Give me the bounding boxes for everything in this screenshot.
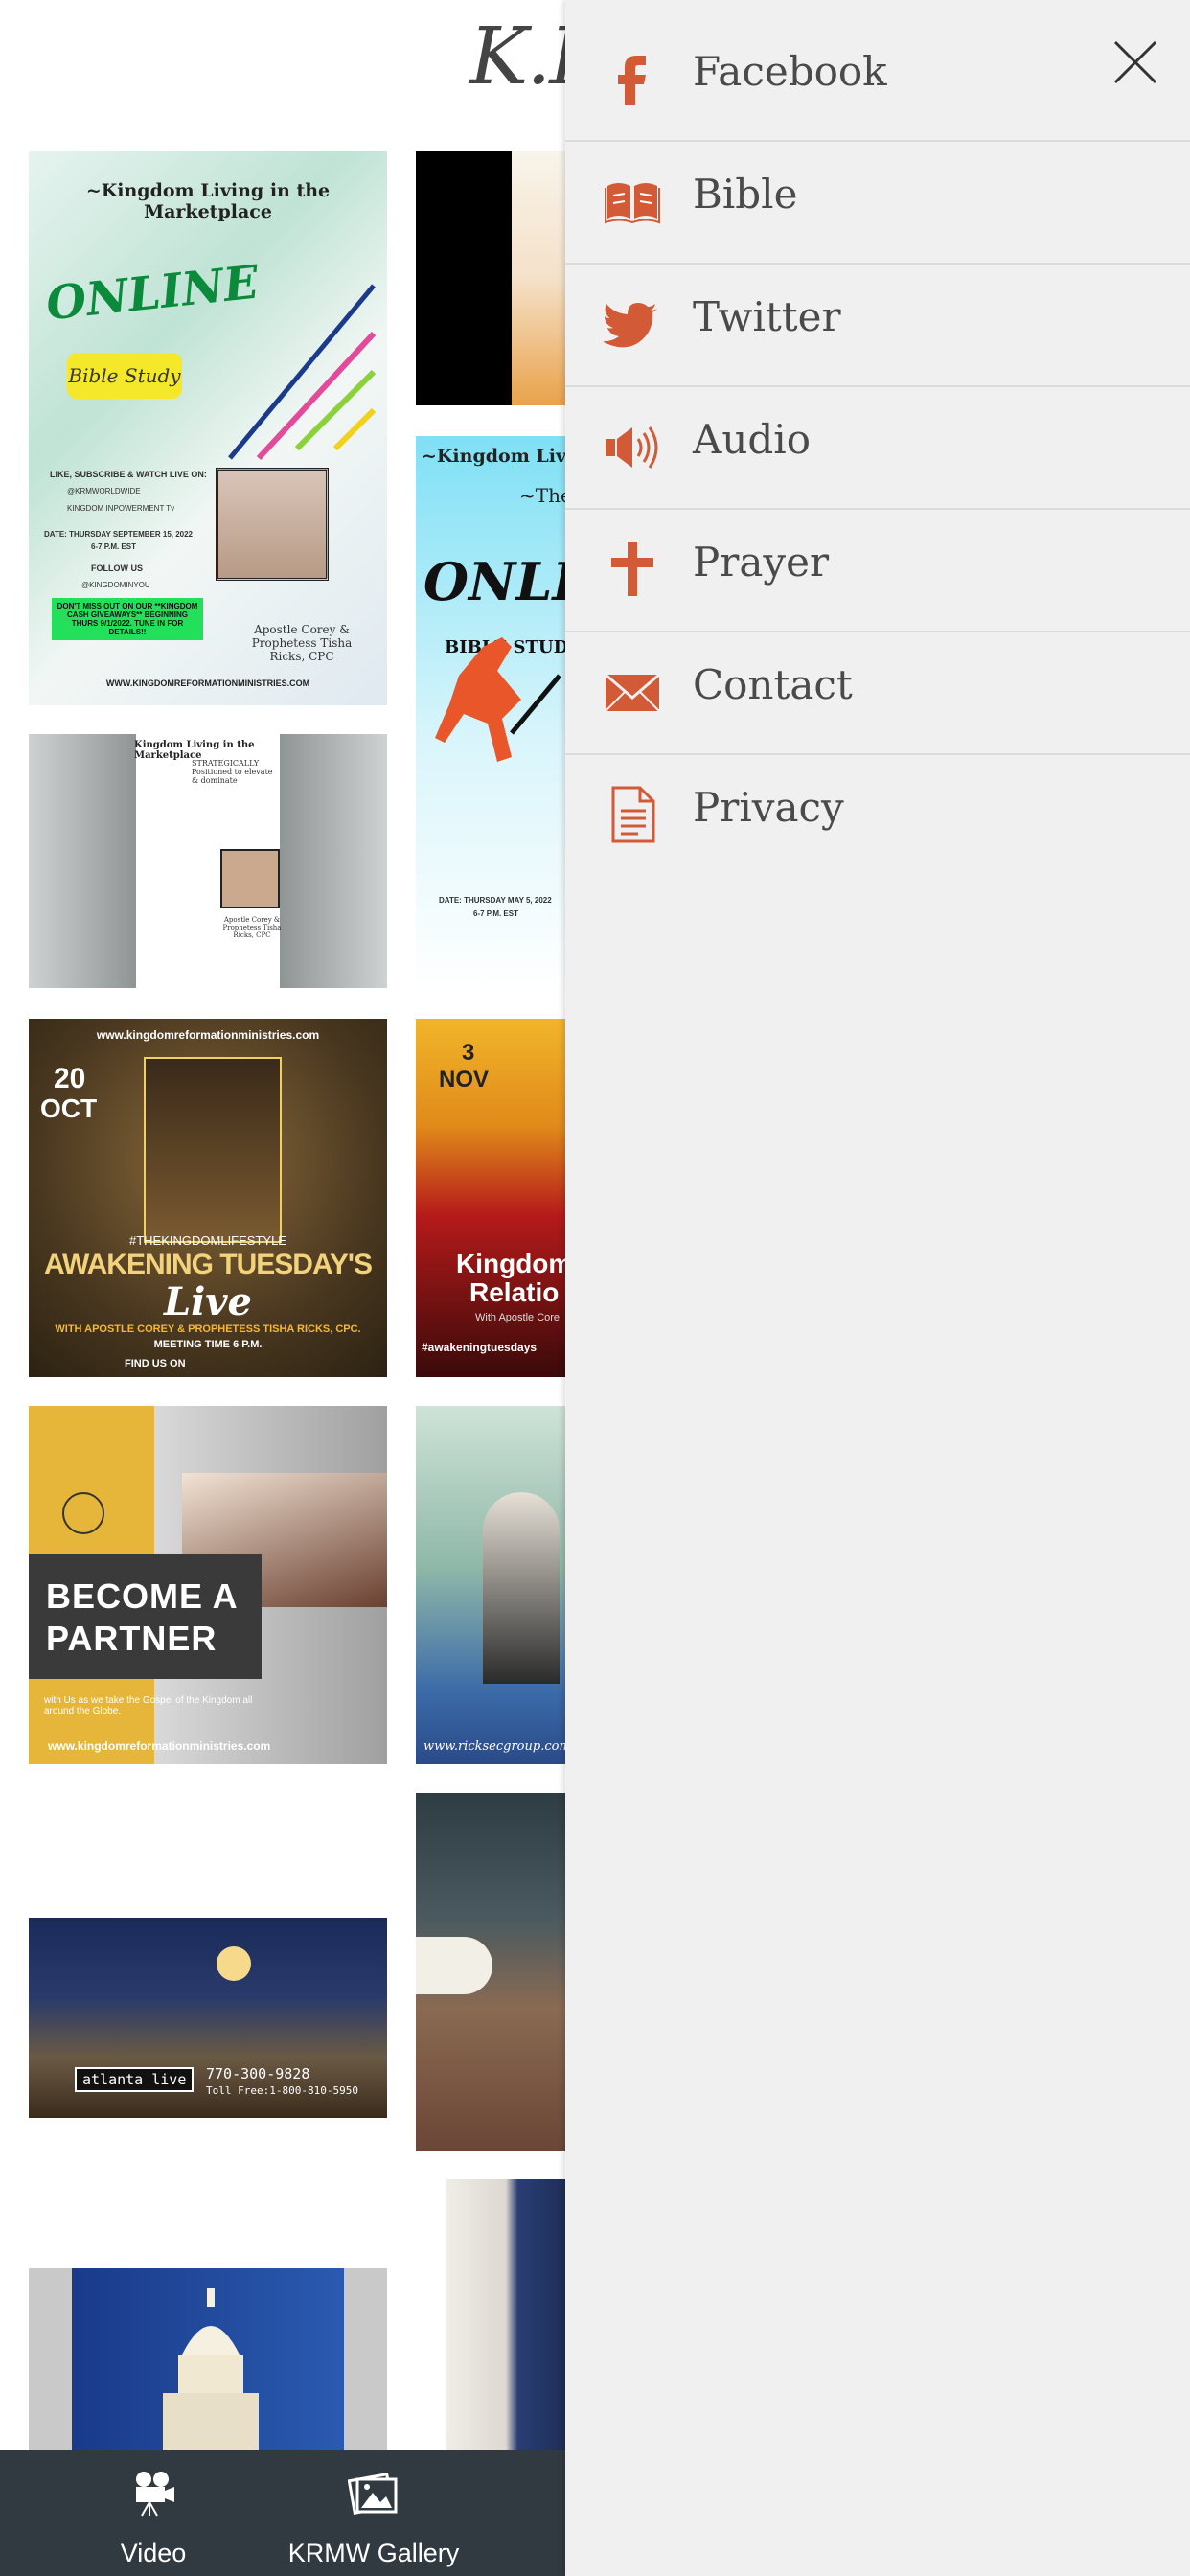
tile-day: 20 — [54, 1063, 86, 1094]
bottom-tab-bar: Video KRMW Gallery — [0, 2450, 565, 2576]
tile-headline-2: PARTNER — [46, 1619, 217, 1658]
tile-ig-handle: @KINGDOMINYOU — [81, 581, 150, 589]
gallery-tile-become-partner[interactable]: BECOME A PARTNER with Us as we take the … — [29, 1406, 387, 1764]
tile-names: Apostle Corey & Prophetess Tisha Ricks, … — [251, 623, 353, 663]
menu-item-bible[interactable]: Bible — [565, 140, 1190, 264]
gallery-tile-calling[interactable] — [416, 151, 565, 405]
piano-shape — [416, 1937, 492, 1994]
tile-day: 3 — [462, 1040, 475, 1066]
cross-icon — [611, 542, 653, 596]
menu-item-facebook[interactable]: Facebook — [565, 17, 1190, 142]
tile-subtitle: STRATEGICALLY Positioned to elevate & do… — [192, 759, 273, 785]
menu-item-contact[interactable]: Contact — [565, 631, 1190, 755]
tile-title: Kingdom Living in the Marketplace — [134, 740, 255, 761]
gallery-tile-bible-study-sept[interactable]: ~Kingdom Living in the Marketplace ONLIN… — [29, 151, 387, 705]
gallery-tile-awakening-tuesdays[interactable]: www.kingdomreformationministries.com 20 … — [29, 1019, 387, 1377]
tile-couple-photo — [144, 1057, 282, 1243]
capitol-dome-icon — [163, 2288, 259, 2453]
tile-url: www.ricksecgroup.com — [423, 1739, 565, 1754]
tile-url: www.kingdomreformationministries.com — [48, 1739, 271, 1753]
tile-online-text: ONLIN — [423, 551, 565, 612]
menu-item-label: Facebook — [693, 48, 887, 95]
tile-month: NOV — [439, 1067, 490, 1092]
speaker-icon — [606, 426, 658, 469]
tile-toll: Toll Free:1-800-810-5950 — [206, 2084, 358, 2097]
book-icon — [605, 183, 660, 224]
tile-time: 6-7 P.M. EST — [91, 542, 136, 551]
menu-item-audio[interactable]: Audio — [565, 385, 1190, 510]
tab-gallery-label: KRMW Gallery — [287, 2539, 460, 2567]
tab-video[interactable]: Video — [57, 2450, 249, 2576]
gallery-tile-piano-room[interactable] — [416, 1793, 565, 2151]
tile-phone: 770-300-9828 — [206, 2065, 310, 2082]
gallery-photos-icon — [348, 2472, 398, 2515]
tile-headline: AWAKENING TUESDAY'S — [43, 1249, 373, 1280]
side-drawer-menu: Facebook Bible Twitter Audio Prayer Cont… — [565, 0, 1190, 2576]
gallery-grid: ~Kingdom Living in the Marketplace ONLIN… — [0, 0, 594, 2453]
jumping-figure-icon — [435, 637, 561, 762]
gallery-tile-capitol[interactable] — [29, 2268, 387, 2453]
decorative-stripes — [228, 284, 377, 461]
menu-item-label: Prayer — [693, 539, 830, 586]
tile-follow: FOLLOW US — [91, 564, 143, 573]
tab-krmw-gallery[interactable]: KRMW Gallery — [268, 2450, 479, 2576]
tile-hashtag: #awakeningtuesdays — [422, 1341, 538, 1354]
tile-date: DATE: THURSDAY SEPTEMBER 15, 2022 — [44, 530, 194, 539]
gallery-tile-portrait[interactable] — [446, 2179, 565, 2453]
tile-date: DATE: THURSDAY MAY 5, 2022 — [439, 896, 552, 905]
tile-with: WITH APOSTLE COREY & PROPHETESS TISHA RI… — [55, 1323, 361, 1335]
menu-item-label: Bible — [693, 171, 798, 218]
tile-url: WWW.KINGDOMREFORMATIONMINISTRIES.COM — [105, 678, 310, 688]
tile-headline-1: Kingdom — [456, 1249, 565, 1278]
video-camera-icon — [136, 2472, 174, 2517]
tile-time: 6-7 P.M. EST — [473, 909, 518, 918]
menu-item-label: Privacy — [693, 784, 844, 831]
tile-headline-box — [29, 1554, 262, 1679]
tile-meeting: MEETING TIME 6 P.M. — [153, 1339, 263, 1350]
menu-item-label: Contact — [693, 661, 853, 708]
menu-item-prayer[interactable]: Prayer — [565, 508, 1190, 632]
tile-logo-icon — [62, 1492, 104, 1534]
menu-item-label: Audio — [693, 416, 811, 463]
gallery-tile-bible-study-may[interactable]: ~Kingdom Living ~The ONLIN BIBLE STUDY D… — [416, 436, 565, 990]
gallery-tile-kingdom-relationships[interactable]: 3 NOV Kingdom Relatio With Apostle Core … — [416, 1019, 565, 1377]
tile-headline-2: Relatio — [469, 1277, 560, 1307]
twitter-icon — [604, 303, 657, 348]
tab-video-label: Video — [120, 2539, 187, 2567]
tile-portrait-frame — [220, 849, 280, 908]
tile-with: With Apostle Core — [475, 1312, 561, 1323]
lamp-glow — [217, 1946, 251, 1981]
tile-find: FIND US ON — [125, 1358, 186, 1369]
speaker-figure — [483, 1492, 560, 1684]
tile-names: Apostle Corey & Prophetess Tisha Ricks, … — [222, 916, 282, 939]
gallery-tile-atlanta-live[interactable]: atlanta live 770-300-9828 Toll Free:1-80… — [29, 1918, 387, 2118]
tile-promo: DON'T MISS OUT ON OUR **KINGDOM CASH GIV… — [52, 598, 203, 640]
tile-yt-handle: KINGDOM INPOWERMENT Tv — [67, 504, 175, 513]
tile-url: www.kingdomreformationministries.com — [96, 1028, 320, 1042]
tile-headline-1: BECOME A — [46, 1576, 239, 1616]
tile-fb-handle: @KRMWORLDWIDE — [67, 487, 141, 495]
tile-badge: Bible Study — [67, 353, 182, 399]
tile-title: ~Kingdom Living — [422, 446, 565, 467]
menu-item-twitter[interactable]: Twitter — [565, 263, 1190, 387]
menu-item-label: Twitter — [693, 293, 841, 340]
gallery-tile-marketplace[interactable]: Kingdom Living in the Marketplace STRATE… — [29, 734, 387, 988]
tile-body: with Us as we take the Gospel of the Kin… — [44, 1695, 253, 1716]
gallery-tile-speaker[interactable]: www.ricksecgroup.com — [416, 1406, 565, 1764]
envelope-icon — [605, 673, 660, 712]
tile-show: atlanta live — [75, 2067, 195, 2092]
tile-subtitle: ~The — [519, 484, 565, 507]
menu-item-privacy[interactable]: Privacy — [565, 753, 1190, 876]
tile-portrait-frame — [216, 468, 329, 581]
tile-like-text: LIKE, SUBSCRIBE & WATCH LIVE ON: — [50, 470, 207, 479]
tile-live-script: Live — [163, 1279, 252, 1324]
document-icon — [611, 786, 655, 843]
tile-title: ~Kingdom Living in the Marketplace — [85, 180, 331, 222]
facebook-icon — [618, 56, 646, 105]
tile-hashtag: #THEKINGDOMLIFESTYLE — [129, 1233, 286, 1248]
tile-month: OCT — [40, 1093, 98, 1123]
